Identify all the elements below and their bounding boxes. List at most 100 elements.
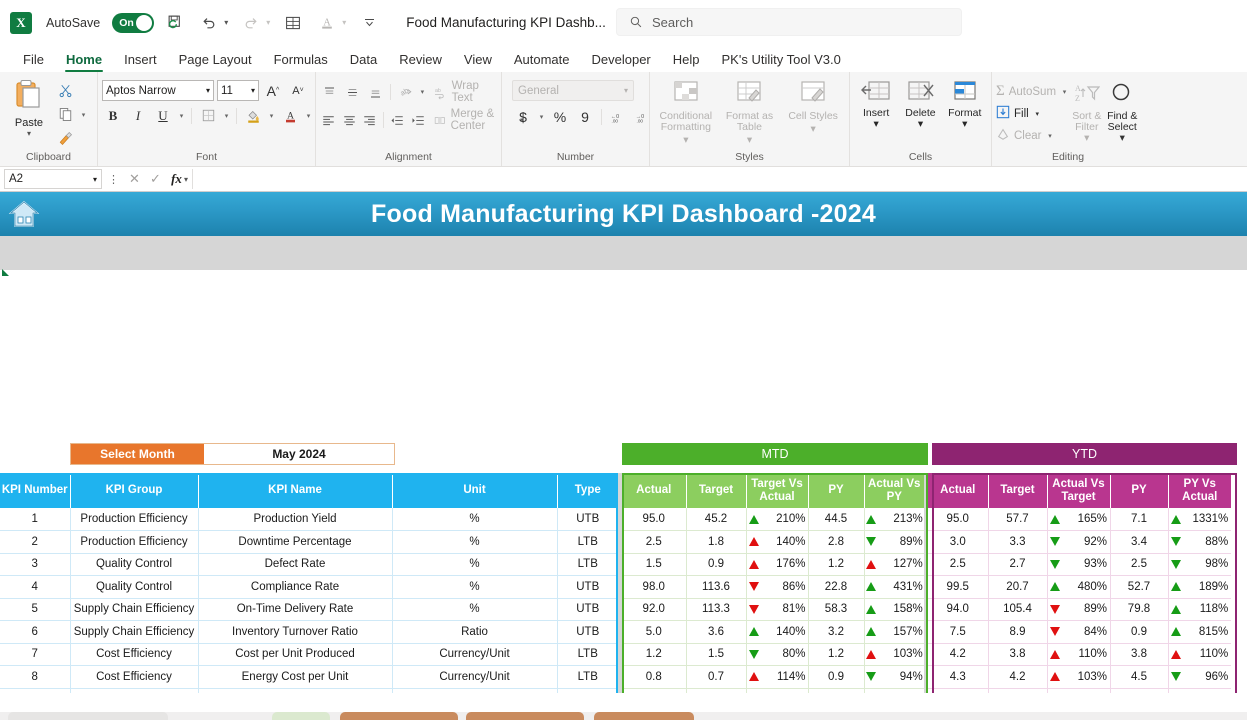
cut-icon[interactable] [54,80,76,101]
formula-expand-icon[interactable]: ▾ [184,175,188,184]
cs-dropdown-icon[interactable]: ▾ [811,124,816,135]
cancel-icon[interactable]: ✕ [125,171,144,187]
wrap-text-button[interactable]: ab Wrap Text [429,80,497,104]
col-mtd-actual[interactable]: Actual [622,473,686,508]
formula-bar-menu-icon[interactable]: ⋮ [104,173,123,186]
font-size-input[interactable]: 11▾ [217,80,259,101]
format-painter-icon[interactable] [54,128,76,149]
delete-cells-button[interactable]: Delete ▾ [900,76,941,130]
copy-icon[interactable] [54,104,76,125]
search-input[interactable]: Search [616,8,962,36]
col-mtd-actual-vs-py[interactable]: Actual Vs PY [864,473,924,508]
font-color-dropdown-icon-2[interactable]: ▾ [304,112,313,120]
copy-dropdown-icon[interactable]: ▾ [79,111,88,119]
underline-dropdown-icon[interactable]: ▾ [177,112,186,120]
insert-cells-button[interactable]: Insert ▾ [856,76,897,130]
tab-insert[interactable]: Insert [113,50,168,72]
col-type[interactable]: Type [557,473,618,508]
number-format-select[interactable]: General▾ [512,80,634,101]
grow-font-icon[interactable]: A^ [262,80,284,101]
increase-indent-icon[interactable] [410,110,427,131]
orientation-dropdown-icon[interactable]: ▾ [418,88,426,96]
font-color-icon[interactable]: A [279,105,301,126]
col-ytd-target[interactable]: Target [988,473,1047,508]
clear-dropdown-icon[interactable]: ▾ [1045,132,1054,140]
align-right-icon[interactable] [361,110,378,131]
autosave-toggle[interactable]: On [112,13,154,33]
align-left-icon[interactable] [320,110,337,131]
shrink-font-icon[interactable]: A˅ [287,80,309,101]
sort-filter-button[interactable]: AZ Sort & Filter ▾ [1069,78,1104,144]
text-orientation-icon[interactable]: ab [396,82,416,103]
italic-button[interactable]: I [127,105,149,126]
clear-button[interactable]: Clear ▾ [996,125,1069,146]
customize-toolbar-icon[interactable] [356,10,382,36]
select-month-value[interactable]: May 2024 [204,444,394,464]
sheet-tab-partial-4[interactable] [466,712,584,720]
cf-dropdown-icon[interactable]: ▾ [683,135,688,146]
decrease-indent-icon[interactable] [389,110,406,131]
name-box[interactable]: A2▾ [4,169,102,189]
conditional-formatting-button[interactable]: Conditional Formatting ▾ [655,76,717,146]
confirm-icon[interactable]: ✓ [146,171,165,187]
tab-file[interactable]: File [12,50,55,72]
formula-input[interactable] [192,169,1243,189]
tab-data[interactable]: Data [339,50,388,72]
bold-button[interactable]: B [102,105,124,126]
col-mtd-target-vs-actual[interactable]: Target Vs Actual [746,473,808,508]
col-unit[interactable]: Unit [392,473,557,508]
currency-dropdown-icon[interactable]: ▾ [537,113,546,121]
find-select-dropdown-icon[interactable]: ▾ [1120,133,1125,144]
autosum-button[interactable]: Σ AutoSum ▾ [996,81,1069,102]
borders-dropdown-icon[interactable]: ▾ [222,112,231,120]
sheet-tab-partial-1[interactable] [8,712,168,720]
col-ytd-actual[interactable]: Actual [928,473,988,508]
tab-home[interactable]: Home [55,50,113,72]
fill-button[interactable]: Fill ▾ [996,103,1069,124]
fill-dropdown-icon[interactable]: ▾ [1033,110,1042,118]
tab-automate[interactable]: Automate [503,50,581,72]
align-center-icon[interactable] [340,110,357,131]
decrease-decimal-icon[interactable]: ←0.00 [607,106,629,127]
tab-view[interactable]: View [453,50,503,72]
undo-icon[interactable] [196,10,222,36]
save-icon[interactable] [162,10,188,36]
find-select-button[interactable]: Find & Select ▾ [1105,78,1140,144]
table-grid-icon[interactable] [280,10,306,36]
percent-button[interactable]: % [549,106,571,127]
format-dropdown-icon[interactable]: ▾ [962,119,967,130]
select-month-slicer[interactable]: Select Month May 2024 [70,443,395,465]
tab-pk-utility-tool[interactable]: PK's Utility Tool V3.0 [711,50,852,72]
fat-dropdown-icon[interactable]: ▾ [747,135,752,146]
align-top-icon[interactable] [320,82,340,103]
tab-formulas[interactable]: Formulas [263,50,339,72]
comma-style-button[interactable]: 9 [574,106,596,127]
insert-dropdown-icon[interactable]: ▾ [874,119,879,130]
col-mtd-target[interactable]: Target [686,473,746,508]
home-icon[interactable] [8,198,40,230]
col-kpi-name[interactable]: KPI Name [198,473,392,508]
borders-icon[interactable] [197,105,219,126]
paste-dropdown-icon[interactable]: ▾ [27,130,31,137]
col-kpi-group[interactable]: KPI Group [70,473,198,508]
sort-filter-dropdown-icon[interactable]: ▾ [1084,133,1089,144]
col-mtd-py[interactable]: PY [808,473,864,508]
sheet-tab-partial-5[interactable] [594,712,694,720]
underline-button[interactable]: U [152,105,174,126]
autosum-dropdown-icon[interactable]: ▾ [1060,88,1069,96]
undo-dropdown-icon[interactable]: ▾ [224,18,228,27]
delete-dropdown-icon[interactable]: ▾ [918,119,923,130]
paste-button[interactable]: Paste ▾ [4,76,54,137]
col-ytd-py[interactable]: PY [1110,473,1168,508]
fill-color-icon[interactable] [242,105,264,126]
col-ytd-actual-vs-target[interactable]: Actual Vs Target [1047,473,1110,508]
fill-color-dropdown-icon[interactable]: ▾ [267,112,276,120]
document-title[interactable]: Food Manufacturing KPI Dashb... [406,15,606,30]
tab-developer[interactable]: Developer [581,50,662,72]
cell-styles-button[interactable]: Cell Styles ▾ [782,76,844,135]
tab-page-layout[interactable]: Page Layout [168,50,263,72]
col-kpi-number[interactable]: KPI Number [0,473,70,508]
format-cells-button[interactable]: Format ▾ [944,76,985,130]
col-ytd-py-vs-actual[interactable]: PY Vs Actual [1168,473,1231,508]
font-name-input[interactable]: Aptos Narrow▾ [102,80,214,101]
